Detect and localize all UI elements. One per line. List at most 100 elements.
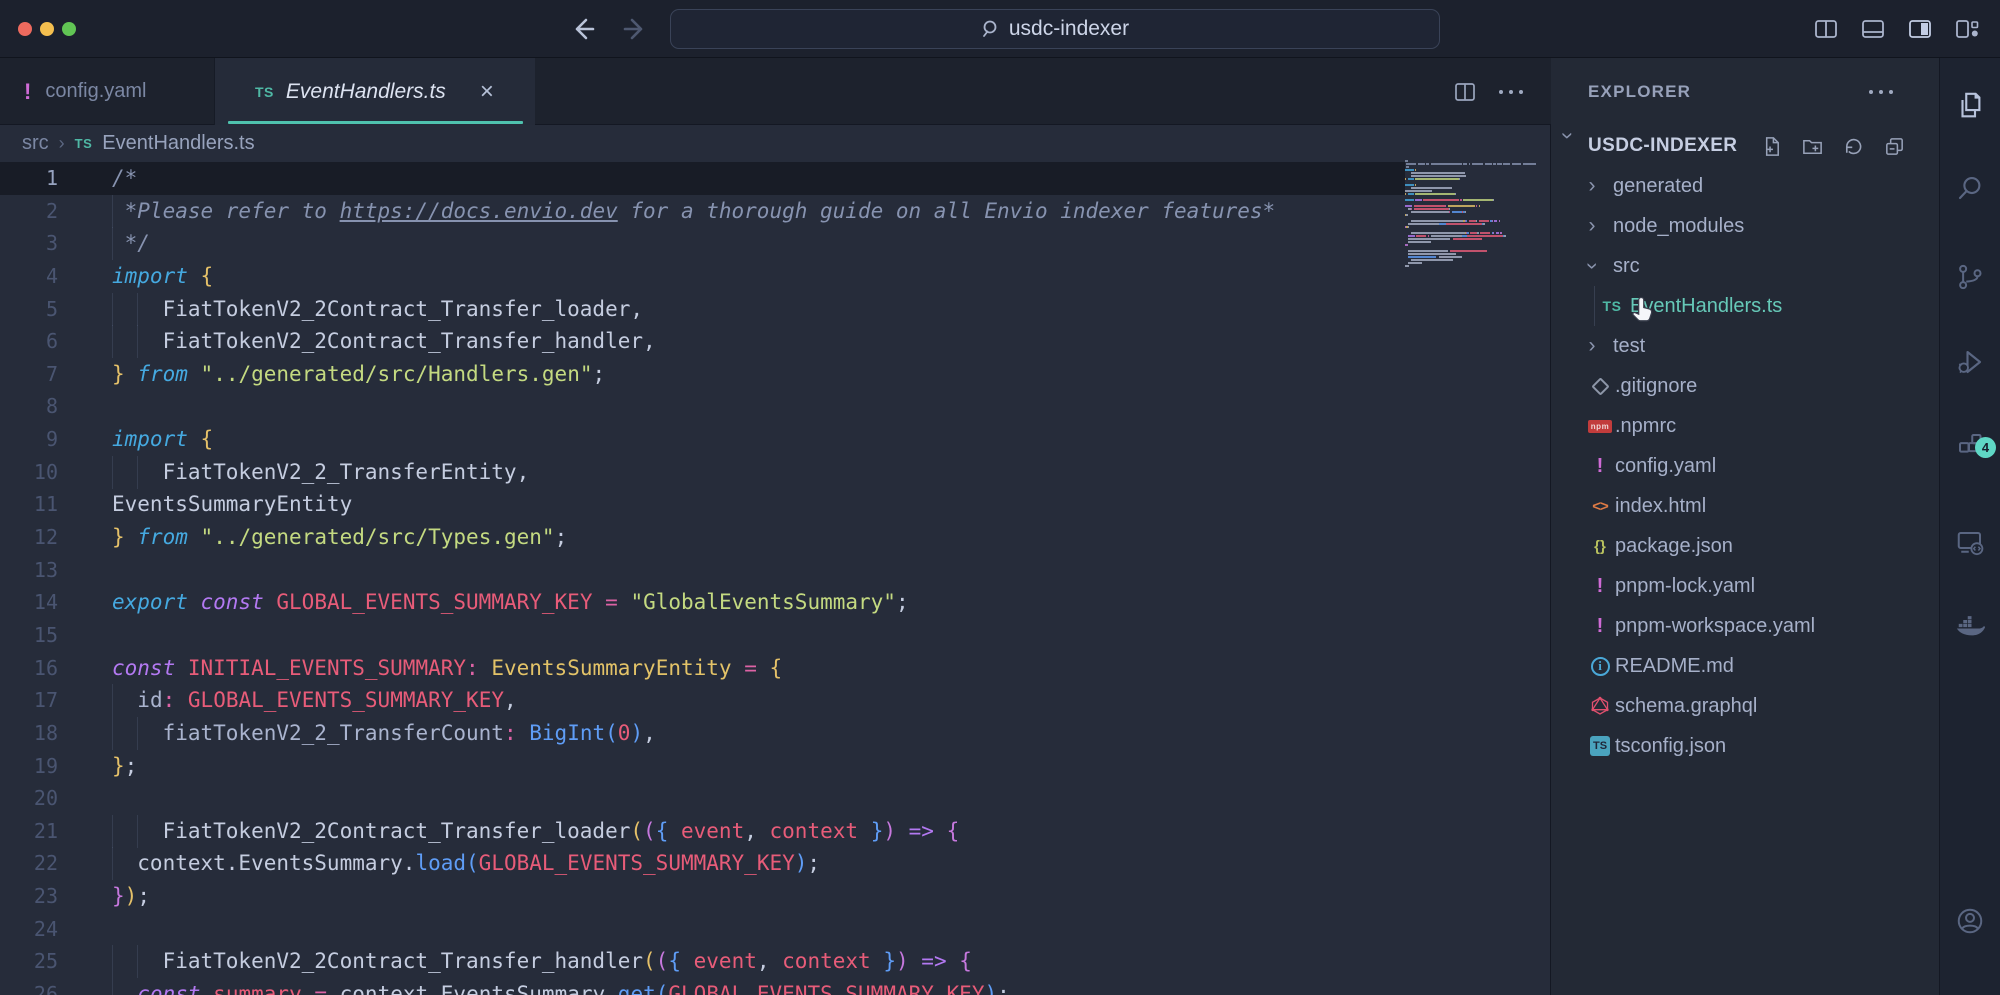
line-number: 6 (0, 325, 58, 358)
code-line[interactable]: 6 FiatTokenV2_2Contract_Transfer_handler… (0, 325, 1551, 358)
remote-explorer-icon[interactable] (1955, 528, 1985, 558)
forward-arrow-icon[interactable] (620, 14, 650, 44)
minimize-window-button[interactable] (40, 22, 54, 36)
tree-item-label: pnpm-workspace.yaml (1615, 615, 1815, 638)
code-line[interactable]: 10 FiatTokenV2_2_TransferEntity, (0, 456, 1551, 489)
back-arrow-icon[interactable] (568, 14, 598, 44)
tree-item-label: src (1613, 255, 1640, 278)
breadcrumb[interactable]: src › TS EventHandlers.ts (0, 125, 1551, 162)
code-line[interactable]: 16const INITIAL_EVENTS_SUMMARY: EventsSu… (0, 652, 1551, 685)
code-line[interactable]: 5 FiatTokenV2_2Contract_Transfer_loader, (0, 293, 1551, 326)
line-number: 24 (0, 913, 58, 946)
window-controls (18, 22, 76, 36)
tree-file-package-json[interactable]: {}package.json (1551, 526, 1940, 566)
code-line[interactable]: 22 context.EventsSummary.load(GLOBAL_EVE… (0, 847, 1551, 880)
code-line[interactable]: 14export const GLOBAL_EVENTS_SUMMARY_KEY… (0, 586, 1551, 619)
tree-item-label: index.html (1615, 495, 1706, 518)
new-folder-icon[interactable] (1801, 135, 1824, 158)
line-number: 15 (0, 619, 58, 652)
code-line[interactable]: 26 const summary = context.EventsSummary… (0, 978, 1551, 995)
split-editor-icon[interactable] (1453, 80, 1477, 104)
collapse-all-icon[interactable] (1883, 135, 1906, 158)
customize-layout-icon[interactable] (1943, 15, 1990, 43)
tree-file--gitignore[interactable]: .gitignore (1551, 366, 1940, 406)
line-number: 12 (0, 521, 58, 554)
search-icon[interactable] (1955, 173, 1985, 203)
code-line[interactable]: 9import { (0, 423, 1551, 456)
code-line[interactable]: 25 FiatTokenV2_2Contract_Transfer_handle… (0, 945, 1551, 978)
tree-file-tsconfig-json[interactable]: TStsconfig.json (1551, 726, 1940, 766)
command-center-search[interactable]: usdc-indexer (670, 9, 1440, 49)
code-line[interactable]: 12} from "../generated/src/Types.gen"; (0, 521, 1551, 554)
editor-more-actions-icon[interactable] (1499, 90, 1523, 94)
code-line-text: id: GLOBAL_EVENTS_SUMMARY_KEY, (112, 684, 517, 717)
tree-file-schema-graphql[interactable]: schema.graphql (1551, 686, 1940, 726)
source-control-icon[interactable] (1955, 262, 1985, 292)
new-file-icon[interactable] (1760, 135, 1783, 158)
breadcrumb-folder[interactable]: src (22, 132, 49, 155)
code-line[interactable]: 2 *Please refer to https://docs.envio.de… (0, 195, 1551, 228)
html-file-icon: <> (1587, 498, 1613, 515)
code-line[interactable]: 20 (0, 782, 1551, 815)
tree-file-readme-md[interactable]: iREADME.md (1551, 646, 1940, 686)
code-line[interactable]: 4import { (0, 260, 1551, 293)
tree-file-index-html[interactable]: <>index.html (1551, 486, 1940, 526)
docker-icon[interactable] (1955, 612, 1985, 642)
code-line[interactable]: 18 fiatTokenV2_2_TransferCount: BigInt(0… (0, 717, 1551, 750)
code-line[interactable]: 7} from "../generated/src/Handlers.gen"; (0, 358, 1551, 391)
line-number: 5 (0, 293, 58, 326)
code-line[interactable]: 1/* (0, 162, 1551, 195)
code-line[interactable]: 19}; (0, 750, 1551, 783)
minimap[interactable] (1405, 160, 1537, 340)
line-number: 19 (0, 750, 58, 783)
explorer-title: EXPLORER (1588, 82, 1691, 102)
code-line-text: context.EventsSummary.load(GLOBAL_EVENTS… (112, 847, 820, 880)
close-tab-icon[interactable]: × (480, 78, 494, 106)
project-section-header[interactable]: › USDC-INDEXER (1551, 126, 1940, 166)
account-icon[interactable] (1955, 906, 1985, 936)
code-line-text: } from "../generated/src/Handlers.gen"; (112, 358, 605, 391)
code-line-text: FiatTokenV2_2Contract_Transfer_loader(({… (112, 815, 959, 848)
code-line-text: FiatTokenV2_2Contract_Transfer_loader, (112, 293, 643, 326)
tree-file-pnpm-workspace-yaml[interactable]: !pnpm-workspace.yaml (1551, 606, 1940, 646)
tab-config-yaml[interactable]: ! config.yaml (0, 58, 215, 125)
explorer-more-actions-icon[interactable] (1869, 90, 1893, 94)
code-editor[interactable]: 1/*2 *Please refer to https://docs.envio… (0, 162, 1551, 995)
toggle-sidebar-right-icon[interactable] (1896, 15, 1943, 43)
line-number: 18 (0, 717, 58, 750)
toggle-panel-icon[interactable] (1849, 15, 1896, 43)
tree-folder-node-modules[interactable]: ›node_modules (1551, 206, 1940, 246)
line-number: 23 (0, 880, 58, 913)
explorer-icon[interactable] (1955, 90, 1985, 120)
zoom-window-button[interactable] (62, 22, 76, 36)
breadcrumb-file[interactable]: EventHandlers.ts (102, 132, 254, 155)
tree-file-eventhandlers-ts[interactable]: TSEventHandlers.ts (1551, 286, 1940, 326)
code-line[interactable]: 8 (0, 390, 1551, 423)
code-line[interactable]: 24 (0, 913, 1551, 946)
tree-folder-test[interactable]: ›test (1551, 326, 1940, 366)
tree-file--npmrc[interactable]: npm.npmrc (1551, 406, 1940, 446)
line-number: 4 (0, 260, 58, 293)
toggle-split-editor-icon[interactable] (1802, 15, 1849, 43)
explorer-sidebar: EXPLORER › USDC-INDEXER ›generat (1551, 58, 1940, 995)
code-line[interactable]: 13 (0, 554, 1551, 587)
refresh-icon[interactable] (1842, 135, 1865, 158)
code-line[interactable]: 3 */ (0, 227, 1551, 260)
line-number: 14 (0, 586, 58, 619)
tree-file-pnpm-lock-yaml[interactable]: !pnpm-lock.yaml (1551, 566, 1940, 606)
npm-file-icon: npm (1587, 420, 1613, 433)
code-line[interactable]: 15 (0, 619, 1551, 652)
code-line[interactable]: 21 FiatTokenV2_2Contract_Transfer_loader… (0, 815, 1551, 848)
tree-folder-generated[interactable]: ›generated (1551, 166, 1940, 206)
code-line[interactable]: 17 id: GLOBAL_EVENTS_SUMMARY_KEY, (0, 684, 1551, 717)
run-debug-icon[interactable] (1955, 347, 1985, 377)
line-number: 26 (0, 978, 58, 995)
tab-eventhandlers-ts[interactable]: TS EventHandlers.ts × (215, 58, 535, 125)
tree-file-config-yaml[interactable]: !config.yaml (1551, 446, 1940, 486)
code-line[interactable]: 11EventsSummaryEntity (0, 488, 1551, 521)
yaml-file-icon: ! (1587, 575, 1613, 598)
tree-item-label: package.json (1615, 535, 1733, 558)
close-window-button[interactable] (18, 22, 32, 36)
code-line[interactable]: 23}); (0, 880, 1551, 913)
tree-folder-src[interactable]: ›src (1551, 246, 1940, 286)
